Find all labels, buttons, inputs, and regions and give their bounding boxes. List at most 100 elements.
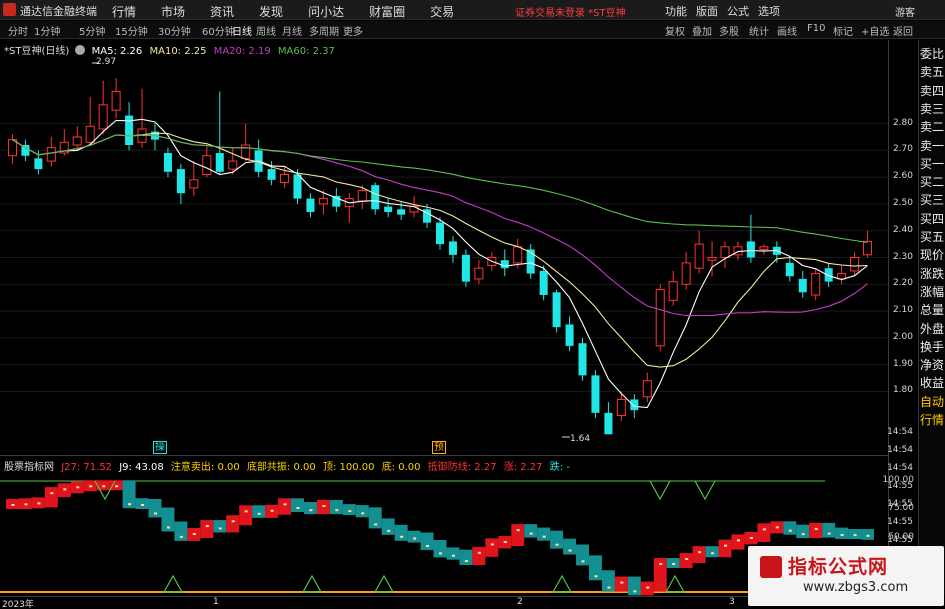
side-item-20[interactable]: 行情 [920, 413, 945, 428]
candle-body-down [578, 343, 587, 376]
side-item-9[interactable]: 买四 [920, 212, 945, 227]
side-item-15[interactable]: 外盘 [920, 322, 945, 337]
date-label-3: 3 [729, 597, 735, 607]
ribbon-dot [218, 527, 222, 530]
menu-item-1[interactable]: 市场 [161, 3, 185, 20]
price-axis-label: 1.90 [892, 358, 913, 369]
ribbon-up [239, 505, 253, 526]
menu-item-6[interactable]: 交易 [430, 3, 454, 20]
side-item-10[interactable]: 买五 [920, 230, 945, 245]
period-7[interactable]: 周线 [256, 23, 276, 38]
side-item-0[interactable]: 委比 [920, 47, 945, 62]
ribbon-dot [464, 560, 468, 563]
tool-8[interactable]: 返回 [893, 23, 913, 38]
top-right-item-3[interactable]: 选项 [758, 3, 780, 19]
menu-item-4[interactable]: 问小达 [308, 3, 344, 20]
watermark-logo-icon [760, 556, 782, 578]
ribbon-down [433, 540, 447, 558]
menu-item-5[interactable]: 财富圈 [369, 3, 405, 20]
side-item-1[interactable]: 卖五 [920, 65, 945, 80]
ribbon-dot [685, 558, 689, 561]
side-item-4[interactable]: 卖二 [920, 120, 945, 135]
main-menu: 行情 市场 资讯 发现 问小达 财富圈 交易 [112, 3, 479, 20]
side-item-12[interactable]: 涨跌 [920, 267, 945, 282]
j9-value: J9: 43.08 [119, 462, 164, 473]
tool-4[interactable]: 画线 [777, 23, 797, 38]
price-axis-label: 2.30 [892, 251, 913, 262]
indicator-axis-label: 100.00 [882, 475, 915, 485]
ribbon-dot [192, 533, 196, 536]
period-0[interactable]: 分时 [8, 23, 28, 38]
ribbon-dot [374, 523, 378, 526]
side-item-11[interactable]: 现价 [920, 248, 945, 263]
defense-value: 抵御防线: 2.27 [427, 462, 497, 473]
side-item-6[interactable]: 买一 [920, 157, 945, 172]
side-item-14[interactable]: 总量 [920, 303, 945, 318]
price-axis-label: 2.70 [892, 144, 913, 155]
period-5[interactable]: 60分钟 [202, 23, 235, 38]
period-1[interactable]: 1分钟 [34, 23, 60, 38]
period-2[interactable]: 5分钟 [79, 23, 105, 38]
menu-item-3[interactable]: 发现 [259, 3, 283, 20]
candle-body-down [397, 209, 406, 215]
ribbon-dot [788, 529, 792, 532]
period-8[interactable]: 月线 [282, 23, 302, 38]
ma60-legend: MA60: 2.37 [277, 46, 335, 57]
candle-body-down [552, 292, 561, 328]
side-item-7[interactable]: 买二 [920, 175, 945, 190]
period-6[interactable]: 日线 [232, 23, 252, 38]
ribbon-dot [400, 535, 404, 538]
tool-3[interactable]: 统计 [749, 23, 769, 38]
side-item-19[interactable]: 自动 [920, 395, 945, 410]
ribbon-up [226, 515, 240, 533]
period-3[interactable]: 15分钟 [115, 23, 148, 38]
tool-2[interactable]: 多股 [719, 23, 739, 38]
ribbon-dot [542, 535, 546, 538]
ribbon-up [44, 487, 58, 508]
ribbon-dot [503, 541, 507, 544]
ma-settings-icon[interactable] [75, 45, 86, 55]
candle-body-up [72, 136, 82, 146]
tool-5[interactable]: F10 [807, 23, 825, 34]
ribbon-dot [866, 534, 870, 537]
candle-body-down [293, 174, 302, 199]
ribbon-down [446, 547, 460, 560]
menu-item-0[interactable]: 行情 [112, 3, 136, 20]
tool-6[interactable]: 标记 [833, 23, 853, 38]
period-4[interactable]: 30分钟 [158, 23, 191, 38]
ribbon-down [861, 529, 874, 540]
side-item-3[interactable]: 卖三 [920, 102, 945, 117]
price-chart[interactable] [0, 40, 888, 455]
candle-body-up [46, 147, 56, 162]
candle-body-down [176, 169, 185, 194]
guest-label[interactable]: 游客 [895, 4, 915, 19]
tool-7[interactable]: +自选 [861, 23, 889, 38]
tool-0[interactable]: 复权 [665, 23, 685, 38]
high-annotation: 2.97 [96, 57, 117, 67]
top-right-item-1[interactable]: 版面 [696, 3, 718, 19]
side-item-13[interactable]: 涨幅 [920, 285, 945, 300]
side-item-17[interactable]: 净资 [920, 358, 945, 373]
login-notice[interactable]: 证券交易未登录 *ST豆神 [515, 4, 626, 19]
ribbon-dot [115, 485, 119, 488]
ribbon-down [705, 546, 719, 558]
candle-body-down [448, 241, 457, 255]
ribbon-dot [63, 488, 67, 491]
top-right-item-0[interactable]: 功能 [665, 3, 687, 19]
side-item-16[interactable]: 换手 [920, 340, 945, 355]
menu-item-2[interactable]: 资讯 [210, 3, 234, 20]
top-right-item-2[interactable]: 公式 [727, 3, 749, 19]
sell-signal-icon [694, 480, 716, 501]
ribbon-down [355, 505, 369, 518]
tool-1[interactable]: 叠加 [692, 23, 712, 38]
quote-side-panel[interactable]: 委比卖五卖四卖三卖二卖一买一买二买三买四买五现价涨跌涨幅总量外盘换手净资收益自动… [918, 40, 945, 595]
sell-signal-icon [649, 480, 671, 501]
period-9[interactable]: 多周期 [309, 23, 339, 38]
candle-body-up [474, 267, 484, 280]
period-10[interactable]: 更多 [343, 23, 363, 38]
candle-body-down [306, 198, 315, 212]
side-item-18[interactable]: 收益 [920, 376, 945, 391]
side-item-5[interactable]: 卖一 [920, 139, 945, 154]
side-item-2[interactable]: 卖四 [920, 84, 945, 99]
side-item-8[interactable]: 买三 [920, 193, 945, 208]
